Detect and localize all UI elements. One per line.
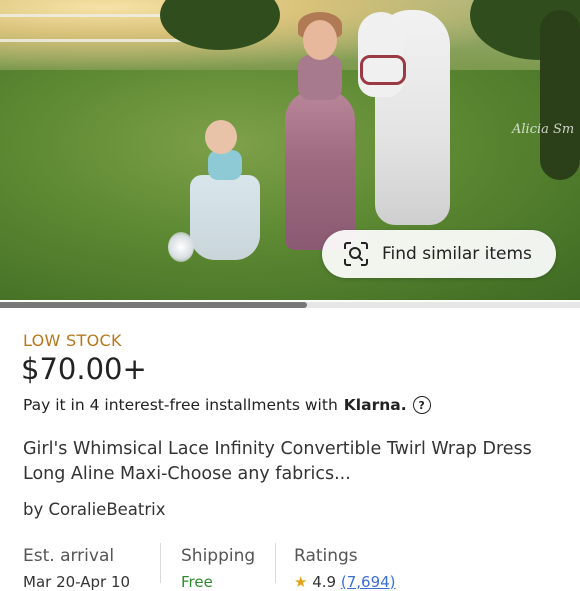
ratings-value-row[interactable]: ★ 4.9 (7,694): [294, 573, 396, 591]
shipping-label: Shipping: [181, 546, 256, 566]
ratings-count-link[interactable]: (7,694): [341, 573, 396, 591]
photo-tree-trunk: [540, 10, 580, 180]
photo-child-head: [205, 120, 237, 154]
product-photo[interactable]: Alicia Sm Find similar items: [0, 0, 580, 300]
shipping-value: Free: [181, 573, 213, 591]
visual-search-icon: [342, 240, 370, 268]
photo-horse-bridle: [360, 55, 406, 85]
find-similar-label: Find similar items: [382, 244, 532, 264]
seller-prefix: by: [23, 500, 44, 519]
photo-child-top: [208, 150, 242, 180]
ratings-label: Ratings: [294, 546, 358, 566]
installments-row: Pay it in 4 interest-free installments w…: [23, 396, 431, 414]
meta-divider: [275, 543, 276, 583]
meta-divider: [160, 543, 161, 583]
product-title: Girl's Whimsical Lace Infinity Convertib…: [23, 439, 532, 484]
star-icon: ★: [294, 573, 308, 591]
photo-girl-top: [298, 55, 342, 100]
gallery-progress-bar: [0, 302, 580, 308]
price: $70.00+: [21, 352, 147, 386]
photo-child-dress: [190, 175, 260, 260]
arrival-label: Est. arrival: [23, 546, 115, 566]
find-similar-button[interactable]: Find similar items: [322, 230, 556, 278]
photo-girl-dress: [285, 90, 355, 250]
stock-badge: LOW STOCK: [23, 331, 122, 350]
gallery-progress-fill: [0, 302, 308, 308]
help-icon[interactable]: ?: [412, 396, 431, 414]
photo-lantern: [168, 232, 194, 262]
arrival-value: Mar 20-Apr 10: [23, 573, 131, 591]
seller-link[interactable]: CoralieBeatrix: [49, 500, 166, 519]
seller-line: by CoralieBeatrix: [23, 500, 166, 519]
installments-text: Pay it in 4 interest-free installments w…: [23, 396, 338, 414]
photo-girl-head: [303, 20, 337, 60]
photo-watermark: Alicia Sm: [512, 122, 575, 137]
klarna-logo: Klarna.: [343, 396, 407, 414]
ratings-score: 4.9: [312, 573, 337, 591]
